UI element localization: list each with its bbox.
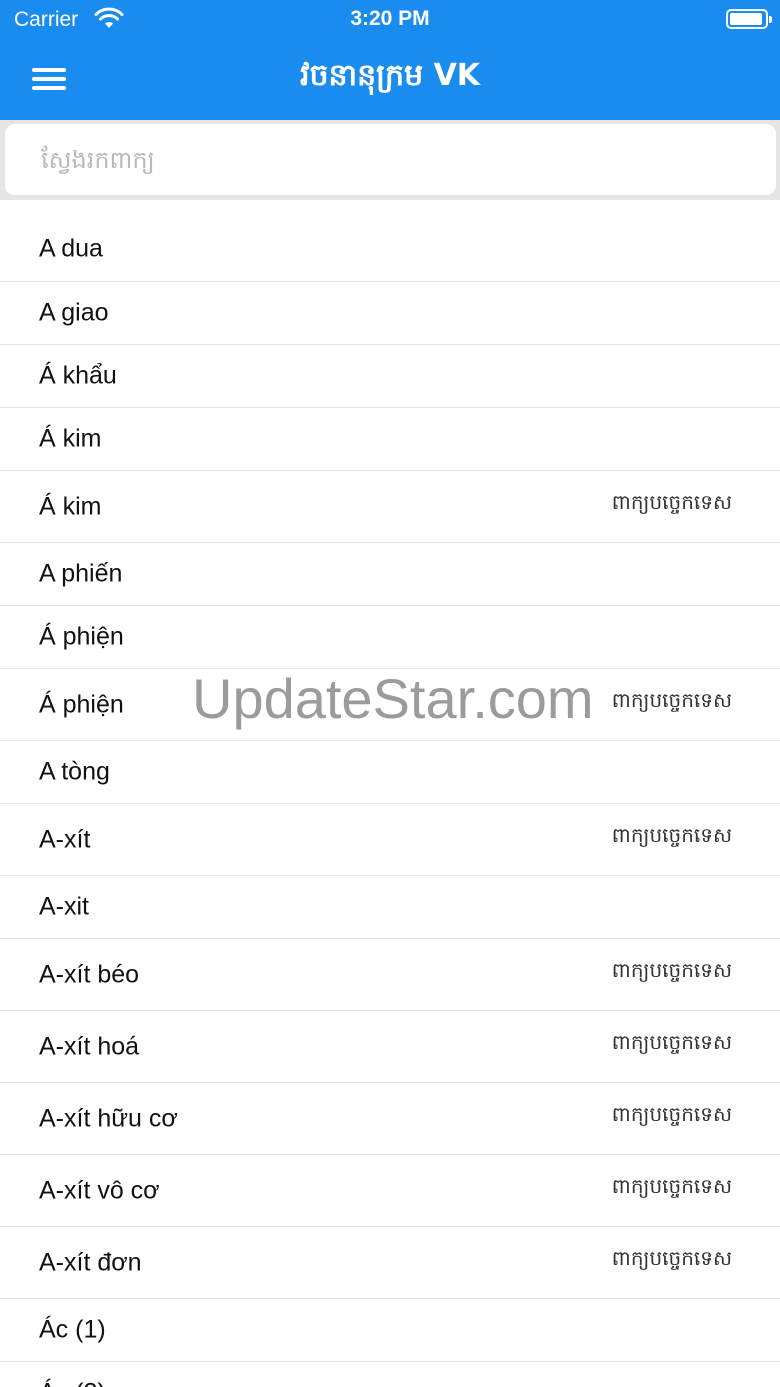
- entry-word: A tòng: [39, 757, 110, 786]
- list-item[interactable]: A-xít ពាក្យបច្ចេកទេស: [0, 804, 780, 876]
- entry-word: Á kim: [39, 424, 102, 453]
- list-item[interactable]: Á phiện ពាក្យបច្ចេកទេស: [0, 669, 780, 741]
- word-list[interactable]: A dua A giao Á khẩu Á kim Á kim ពាក្យបច្ចេកទេ…: [0, 200, 780, 1387]
- list-item[interactable]: A-xít hoá ពាក្យបច្ចេកទេស: [0, 1011, 780, 1083]
- battery-icon: [726, 9, 772, 29]
- list-item[interactable]: Á khẩu: [0, 345, 780, 408]
- list-item[interactable]: Á kim ពាក្យបច្ចេកទេស: [0, 471, 780, 543]
- entry-word: A-xít vô cơ: [39, 1176, 160, 1204]
- entry-word: Ác (2): [39, 1379, 106, 1387]
- list-item[interactable]: A giao: [0, 282, 780, 345]
- list-item[interactable]: A-xit: [0, 876, 780, 939]
- list-item[interactable]: Á phiện: [0, 606, 780, 669]
- entry-word: A giao: [39, 298, 109, 327]
- search-bar: [0, 120, 780, 200]
- entry-word: Ác (1): [39, 1315, 106, 1344]
- list-item[interactable]: A-xít béo ពាក្យបច្ចេកទេស: [0, 939, 780, 1011]
- entry-word: A-xít béo: [39, 960, 140, 988]
- entry-word: A-xít hữu cơ: [39, 1104, 178, 1132]
- entry-word: Á phiện: [39, 690, 124, 718]
- entry-word: A dua: [39, 234, 103, 263]
- list-item[interactable]: A-xít hữu cơ ពាក្យបច្ចេកទេស: [0, 1083, 780, 1155]
- entry-word: Á khẩu: [39, 361, 117, 390]
- navigation-bar: វចនានុក្រម VK: [0, 40, 780, 120]
- entry-category-tag: ពាក្យបច្ចេកទេស: [611, 823, 732, 847]
- entry-category-tag: ពាក្យបច្ចេកទេស: [611, 1246, 732, 1270]
- status-bar: Carrier 3:20 PM: [0, 0, 780, 40]
- entry-word: Á phiện: [39, 622, 124, 651]
- status-time: 3:20 PM: [350, 7, 430, 30]
- list-item[interactable]: A dua: [0, 200, 780, 282]
- list-item[interactable]: Ác (1): [0, 1299, 780, 1362]
- list-item[interactable]: A tòng: [0, 741, 780, 804]
- entry-word: A-xít: [39, 825, 91, 853]
- entry-word: A-xit: [39, 892, 89, 921]
- entry-word: A phiến: [39, 559, 123, 588]
- list-item[interactable]: Á kim: [0, 408, 780, 471]
- entry-word: A-xít đơn: [39, 1248, 142, 1276]
- list-item[interactable]: Ác (2): [0, 1362, 780, 1387]
- search-input[interactable]: [5, 124, 776, 195]
- list-item[interactable]: A-xít đơn ពាក្យបច្ចេកទេស: [0, 1227, 780, 1299]
- page-title: វចនានុក្រម VK: [299, 58, 481, 93]
- entry-category-tag: ពាក្យបច្ចេកទេស: [611, 1102, 732, 1126]
- entry-category-tag: ពាក្យបច្ចេកទេស: [611, 490, 732, 514]
- list-item[interactable]: A-xít vô cơ ពាក្យបច្ចេកទេស: [0, 1155, 780, 1227]
- entry-category-tag: ពាក្យបច្ចេកទេស: [611, 958, 732, 982]
- entry-category-tag: ពាក្យបច្ចេកទេស: [611, 1030, 732, 1054]
- entry-category-tag: ពាក្យបច្ចេកទេស: [611, 688, 732, 712]
- entry-category-tag: ពាក្យបច្ចេកទេស: [611, 1174, 732, 1198]
- entry-word: A-xít hoá: [39, 1032, 140, 1060]
- entry-word: Á kim: [39, 492, 102, 520]
- list-item[interactable]: A phiến: [0, 543, 780, 606]
